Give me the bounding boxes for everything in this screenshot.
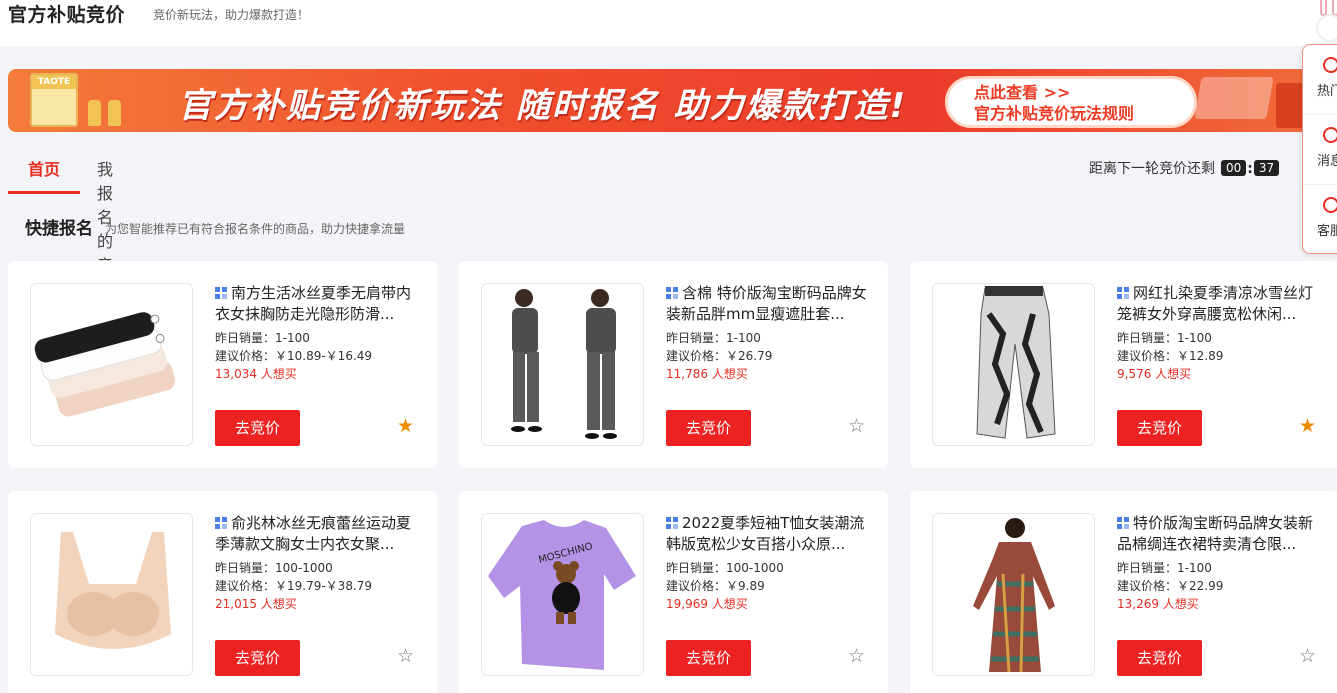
- bid-button[interactable]: 去竞价: [666, 410, 751, 446]
- product-title[interactable]: 俞兆林冰丝无痕蕾丝运动夏季薄款文胸女士内衣女聚...: [215, 513, 420, 555]
- product-price: 建议价格：￥12.89: [1117, 349, 1224, 363]
- qr-code-icon[interactable]: [1117, 287, 1129, 299]
- quick-signup-subtitle: 为您智能推荐已有符合报名条件的商品，助力快捷拿流量: [105, 222, 406, 236]
- star-icon[interactable]: ☆: [1299, 646, 1316, 666]
- countdown-minutes: 37: [1253, 160, 1280, 176]
- product-title[interactable]: 含棉 特价版淘宝断码品牌女装新品胖mm显瘦遮肚套...: [666, 283, 871, 325]
- qr-code-icon[interactable]: [666, 517, 678, 529]
- banner-rules-link[interactable]: 点此查看 >> 官方补贴竞价玩法规则: [945, 76, 1197, 128]
- side-item-hot[interactable]: 热门: [1303, 45, 1337, 115]
- countdown-timer: 距离下一轮竞价还剩 00:37: [1089, 158, 1280, 178]
- product-image[interactable]: [481, 283, 644, 446]
- product-price: 建议价格：￥19.79-￥38.79: [215, 579, 373, 593]
- side-item-label: 热门: [1317, 84, 1337, 99]
- product-want-count: 13,269 人想买: [1117, 597, 1199, 611]
- bottle-icon: [108, 100, 121, 126]
- side-item-messages[interactable]: 消息: [1303, 115, 1337, 185]
- product-card: 含棉 特价版淘宝断码品牌女装新品胖mm显瘦遮肚套... 昨日销量：1-100 建…: [459, 261, 888, 468]
- product-title[interactable]: 特价版淘宝断码品牌女装新品棉绸连衣裙特卖清仓限...: [1117, 513, 1322, 555]
- product-price: 建议价格：￥9.89: [666, 579, 765, 593]
- side-item-support[interactable]: 客服: [1303, 185, 1337, 255]
- product-image[interactable]: [932, 283, 1095, 446]
- product-title[interactable]: 南方生活冰丝夏季无肩带内衣女抹胸防走光隐形防滑...: [215, 283, 420, 325]
- bid-button[interactable]: 去竞价: [666, 640, 751, 676]
- qr-code-icon[interactable]: [666, 287, 678, 299]
- product-price: 建议价格：￥26.79: [666, 349, 773, 363]
- gift-box-icon: [1194, 77, 1274, 119]
- fire-icon: [1323, 57, 1337, 73]
- product-sales: 昨日销量：1-100: [1117, 331, 1212, 345]
- side-item-label: 客服: [1317, 224, 1337, 239]
- countdown-label: 距离下一轮竞价还剩: [1089, 161, 1215, 177]
- product-sales: 昨日销量：100-1000: [215, 561, 333, 575]
- qr-code-icon[interactable]: [215, 517, 227, 529]
- tab-home[interactable]: 首页: [8, 150, 80, 194]
- product-image[interactable]: [30, 513, 193, 676]
- product-sales: 昨日销量：1-100: [666, 331, 761, 345]
- star-icon[interactable]: ☆: [397, 646, 414, 666]
- countdown-hours: 00: [1221, 160, 1247, 176]
- bid-button[interactable]: 去竞价: [1117, 410, 1202, 446]
- side-item-label: 消息: [1317, 154, 1337, 169]
- product-image[interactable]: [932, 513, 1095, 676]
- floating-side-panel: 热门 消息 客服: [1302, 44, 1337, 254]
- star-icon[interactable]: ★: [1299, 416, 1316, 436]
- qr-code-icon[interactable]: [215, 287, 227, 299]
- product-want-count: 21,015 人想买: [215, 597, 297, 611]
- star-icon[interactable]: ★: [397, 416, 414, 436]
- product-card: MOSCHINO 2022夏季短袖T恤女装潮流韩版宽松少女百搭小众原... 昨日…: [459, 491, 888, 693]
- page-title: 官方补贴竞价: [8, 4, 126, 26]
- calendar-icon: TAOTE: [30, 73, 78, 127]
- product-image[interactable]: [30, 283, 193, 446]
- bell-icon: [1323, 127, 1337, 143]
- star-icon[interactable]: ☆: [848, 646, 865, 666]
- product-want-count: 13,034 人想买: [215, 367, 297, 381]
- bid-button[interactable]: 去竞价: [215, 410, 300, 446]
- top-header: 官方补贴竞价 竞价新玩法，助力爆款打造！: [0, 0, 1337, 46]
- product-card: 南方生活冰丝夏季无肩带内衣女抹胸防走光隐形防滑... 昨日销量：1-100 建议…: [8, 261, 437, 468]
- page-subtitle: 竞价新玩法，助力爆款打造！: [153, 8, 310, 22]
- product-card: 网红扎染夏季清凉冰雪丝灯笼裤女外穿高腰宽松休闲... 昨日销量：1-100 建议…: [910, 261, 1337, 468]
- product-price: 建议价格：￥22.99: [1117, 579, 1224, 593]
- headset-icon: [1323, 197, 1337, 213]
- product-card: 特价版淘宝断码品牌女装新品棉绸连衣裙特卖清仓限... 昨日销量：1-100 建议…: [910, 491, 1337, 693]
- product-image[interactable]: MOSCHINO: [481, 513, 644, 676]
- product-want-count: 9,576 人想买: [1117, 367, 1192, 381]
- banner-cta-line1: 点此查看 >>: [974, 83, 1071, 102]
- product-want-count: 19,969 人想买: [666, 597, 748, 611]
- qr-code-icon[interactable]: [1117, 517, 1129, 529]
- product-price: 建议价格：￥10.89-￥16.49: [215, 349, 373, 363]
- bid-button[interactable]: 去竞价: [215, 640, 300, 676]
- product-title[interactable]: 网红扎染夏季清凉冰雪丝灯笼裤女外穿高腰宽松休闲...: [1117, 283, 1322, 325]
- product-card: 俞兆林冰丝无痕蕾丝运动夏季薄款文胸女士内衣女聚... 昨日销量：100-1000…: [8, 491, 437, 693]
- banner-tag: TAOTE: [32, 75, 76, 89]
- promo-banner[interactable]: TAOTE 官方补贴竞价新玩法 随时报名 助力爆款打造! 点此查看 >> 官方补…: [8, 69, 1308, 132]
- product-want-count: 11,786 人想买: [666, 367, 748, 381]
- star-icon[interactable]: ☆: [848, 416, 865, 436]
- product-sales: 昨日销量：1-100: [215, 331, 310, 345]
- product-title[interactable]: 2022夏季短袖T恤女装潮流韩版宽松少女百搭小众原...: [666, 513, 871, 555]
- product-sales: 昨日销量：1-100: [1117, 561, 1212, 575]
- banner-cta-line2: 官方补贴竞价玩法规则: [974, 104, 1135, 123]
- bunny-mascot-icon[interactable]: [1312, 0, 1337, 44]
- bottle-icon: [88, 100, 101, 126]
- product-sales: 昨日销量：100-1000: [666, 561, 784, 575]
- bid-button[interactable]: 去竞价: [1117, 640, 1202, 676]
- quick-signup-title: 快捷报名: [25, 219, 93, 239]
- banner-headline: 官方补贴竞价新玩法 随时报名 助力爆款打造!: [178, 86, 908, 126]
